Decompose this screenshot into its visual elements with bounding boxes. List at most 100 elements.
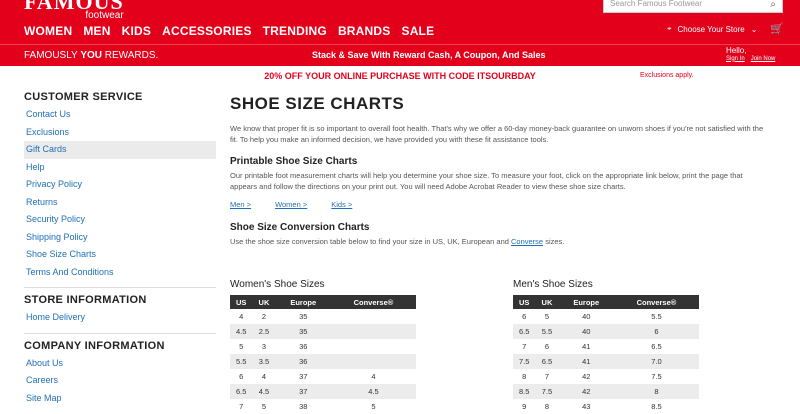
women-chart-link[interactable]: Women > — [275, 200, 307, 209]
table-cell: 5.5 — [651, 312, 662, 321]
men-chart-link[interactable]: Men > — [230, 200, 251, 209]
conversion-heading: Shoe Size Conversion Charts — [230, 222, 370, 233]
table-cell: 6 — [239, 372, 244, 381]
search-placeholder: Search Famous Footwear — [610, 0, 703, 8]
table-cell: 5.5 — [535, 324, 559, 339]
table-cell: 38 — [299, 402, 308, 411]
table-cell: 8 — [522, 372, 527, 381]
mens-table-title: Men's Shoe Sizes — [513, 279, 593, 290]
mens-size-table: US UK Europe Converse® 6 5 40 5.5 6.5 5.5 40 6… — [513, 295, 699, 414]
hello-text: Hello, — [726, 46, 747, 55]
table-cell: 6.5 — [230, 384, 253, 399]
conversion-text-before: Use the shoe size conversion table below… — [230, 237, 511, 246]
womens-table-title: Women's Shoe Sizes — [230, 279, 325, 290]
table-row: 7 6 41 6.5 — [513, 339, 699, 354]
table-cell: 6 — [544, 342, 550, 351]
table-row: 7.5 6.5 41 7.0 — [513, 354, 699, 369]
table-row: 9 8 43 8.5 — [513, 399, 699, 414]
womens-size-table: US UK Europe Converse® 4 2 35 4.5 2.5 35 533… — [230, 295, 416, 414]
printable-links: Men > Women > Kids > — [230, 200, 770, 209]
table-cell: 8 — [613, 384, 699, 399]
promo-banner: 20% OFF YOUR ONLINE PURCHASE WITH CODE I… — [0, 71, 800, 81]
table-cell: 6.5 — [651, 342, 662, 351]
table-cell: 35 — [299, 312, 308, 321]
store-label: Choose Your Store — [677, 24, 745, 34]
kids-chart-link[interactable]: Kids > — [331, 200, 352, 209]
table-cell: 4.5 — [230, 324, 253, 339]
table-cell — [331, 339, 416, 354]
table-header: US — [230, 295, 253, 309]
exclusions-link[interactable]: Exclusions apply. — [640, 72, 694, 79]
page-title: SHOE SIZE CHARTS — [230, 94, 405, 113]
table-cell: 41 — [582, 342, 591, 351]
sidebar-item-help[interactable]: Help — [24, 159, 216, 177]
nav-sale[interactable]: SALE — [401, 24, 434, 38]
sidebar-item-returns[interactable]: Returns — [24, 194, 216, 212]
table-cell: 9 — [522, 402, 527, 411]
sidebar-item-gift-cards[interactable]: Gift Cards — [24, 141, 216, 159]
customer-service-heading: CUSTOMER SERVICE — [24, 91, 143, 103]
table-header: Europe — [558, 295, 614, 309]
nav-women[interactable]: WOMEN — [24, 24, 72, 38]
promo-text[interactable]: 20% OFF YOUR ONLINE PURCHASE WITH CODE I… — [264, 71, 536, 81]
sidebar-item-exclusions[interactable]: Exclusions — [24, 124, 216, 142]
table-cell: 3 — [261, 342, 267, 351]
table-header: Converse® — [330, 295, 416, 309]
table-cell: 7 — [544, 372, 550, 381]
nav-trending[interactable]: TRENDING — [263, 24, 327, 38]
table-cell: 43 — [582, 402, 591, 411]
sidebar-item-shoe-size-charts[interactable]: Shoe Size Charts — [24, 246, 216, 264]
logo[interactable]: FAMOUS footwear — [24, 0, 124, 21]
sign-in-link[interactable]: Sign In — [726, 56, 745, 62]
search-input[interactable]: Search Famous Footwear ⌕ — [603, 0, 783, 13]
choose-store-button[interactable]: ⌖ Choose Your Store ⌄ — [667, 24, 757, 34]
table-cell: 37 — [299, 372, 308, 381]
table-cell: 41 — [558, 354, 614, 369]
cart-icon[interactable]: 🛒 — [770, 22, 784, 35]
table-cell: 8 — [544, 402, 550, 411]
sidebar-item-shipping-policy[interactable]: Shipping Policy — [24, 229, 216, 247]
sidebar-item-site-map[interactable]: Site Map — [24, 390, 216, 408]
table-cell: 6 — [613, 324, 699, 339]
join-now-link[interactable]: Join Now — [751, 56, 776, 62]
rewards-brand-prefix: FAMOUSLY — [24, 50, 81, 61]
table-cell — [330, 354, 416, 369]
converse-link[interactable]: Converse — [511, 237, 543, 246]
table-cell: 42 — [582, 372, 591, 381]
table-header: UK — [252, 295, 276, 309]
sidebar-item-careers[interactable]: Careers — [24, 372, 216, 390]
table-cell: 35 — [275, 324, 331, 339]
table-cell: 4.5 — [252, 384, 276, 399]
sidebar: CUSTOMER SERVICE Contact Us Exclusions G… — [24, 91, 216, 407]
sidebar-item-security-policy[interactable]: Security Policy — [24, 211, 216, 229]
table-cell: 3.5 — [252, 354, 276, 369]
nav-brands[interactable]: BRANDS — [338, 24, 391, 38]
sidebar-item-home-delivery[interactable]: Home Delivery — [24, 309, 216, 327]
nav-accessories[interactable]: ACCESSORIES — [162, 24, 252, 38]
table-cell: 6.5 — [513, 324, 536, 339]
table-row: 6.5 5.5 40 6 — [513, 324, 699, 339]
top-header: FAMOUS footwear WOMEN MEN KIDS ACCESSORI… — [0, 0, 800, 44]
conversion-text: Use the shoe size conversion table below… — [230, 236, 770, 247]
nav-kids[interactable]: KIDS — [122, 24, 151, 38]
sidebar-item-about-us[interactable]: About Us — [24, 355, 216, 373]
nav-men[interactable]: MEN — [83, 24, 110, 38]
table-row: 6.5 4.5 37 4.5 — [230, 384, 416, 399]
table-row: 7 5 38 5 — [230, 399, 416, 414]
table-cell: 40 — [582, 312, 591, 321]
table-row: 4.5 2.5 35 — [230, 324, 416, 339]
rewards-message[interactable]: Stack & Save With Reward Cash, A Coupon,… — [312, 50, 545, 60]
sidebar-item-terms[interactable]: Terms And Conditions — [24, 264, 216, 282]
table-header: Europe — [275, 295, 331, 309]
sidebar-item-contact-us[interactable]: Contact Us — [24, 106, 216, 124]
table-cell: 4 — [261, 372, 267, 381]
table-cell: 40 — [558, 324, 614, 339]
search-icon[interactable]: ⌕ — [770, 0, 776, 10]
table-header: UK — [535, 295, 559, 309]
table-row: 8.5 7.5 42 8 — [513, 384, 699, 399]
table-cell: 2.5 — [252, 324, 276, 339]
table-cell: 7.5 — [535, 384, 559, 399]
table-row: 8 7 42 7.5 — [513, 369, 699, 384]
rewards-brand[interactable]: FAMOUSLY YOU REWARDS. — [24, 50, 158, 61]
sidebar-item-privacy-policy[interactable]: Privacy Policy — [24, 176, 216, 194]
